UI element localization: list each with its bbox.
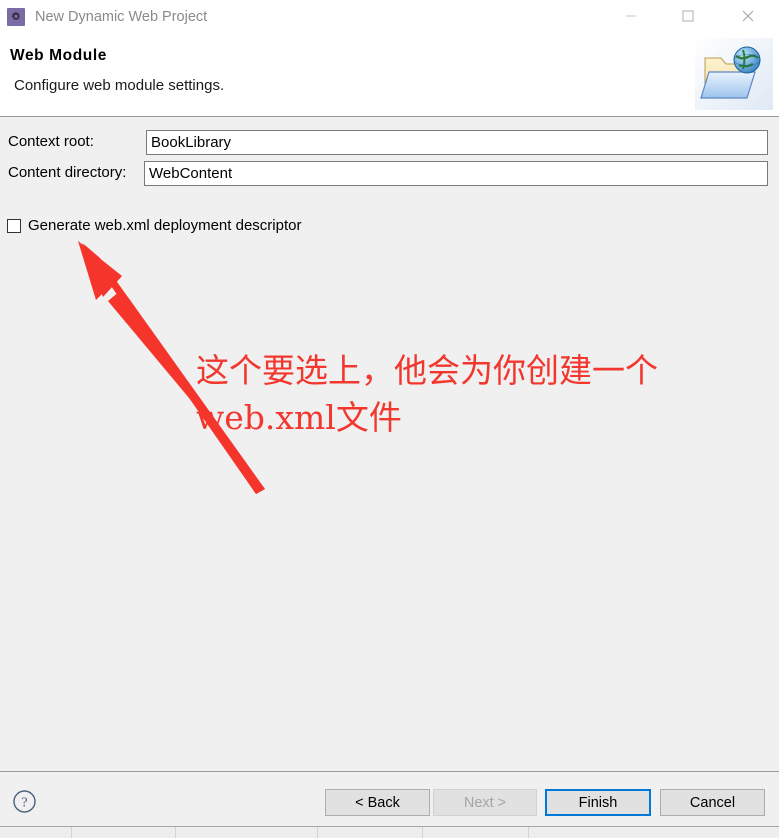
generate-webxml-checkbox[interactable] [7,218,21,233]
strip-separator [528,827,529,838]
page-title: Web Module [10,47,107,64]
close-glyph [742,10,754,22]
strip-separator [422,827,423,838]
wizard-header: Web Module Configure web module settings… [0,34,779,117]
web-folder-globe-icon [695,38,773,110]
web-folder-globe-glyph [695,38,773,110]
generate-webxml-label: Generate web.xml deployment descriptor [28,217,302,234]
close-icon[interactable] [725,0,771,32]
content-directory-input[interactable]: WebContent [144,161,768,186]
gear-icon-glyph [11,11,20,21]
window-title: New Dynamic Web Project [35,9,208,25]
generate-webxml-row[interactable]: Generate web.xml deployment descriptor [7,217,301,234]
help-question-glyph: ? [13,790,36,813]
strip-separator [71,827,72,838]
context-root-label: Context root: [8,133,94,150]
context-root-input[interactable]: BookLibrary [146,130,768,155]
finish-button[interactable]: Finish [545,789,651,816]
cancel-button[interactable]: Cancel [660,789,765,816]
background-window-strip [0,826,779,838]
minimize-icon[interactable] [608,0,654,32]
wizard-body: Context root: BookLibrary Content direct… [0,118,779,771]
strip-separator [317,827,318,838]
maximize-glyph [682,10,694,22]
next-button[interactable]: Next > [433,789,537,816]
help-question-icon[interactable]: ? [12,789,37,814]
page-subtitle: Configure web module settings. [14,77,225,94]
minimize-glyph [626,15,636,17]
content-directory-label: Content directory: [8,164,127,181]
new-dynamic-web-project-dialog: New Dynamic Web Project Web Module Confi… [0,0,779,838]
svg-text:?: ? [21,796,27,811]
maximize-icon[interactable] [665,0,711,32]
title-bar[interactable]: New Dynamic Web Project [0,0,779,34]
strip-separator [175,827,176,838]
back-button[interactable]: < Back [325,789,430,816]
gear-icon [7,8,25,26]
